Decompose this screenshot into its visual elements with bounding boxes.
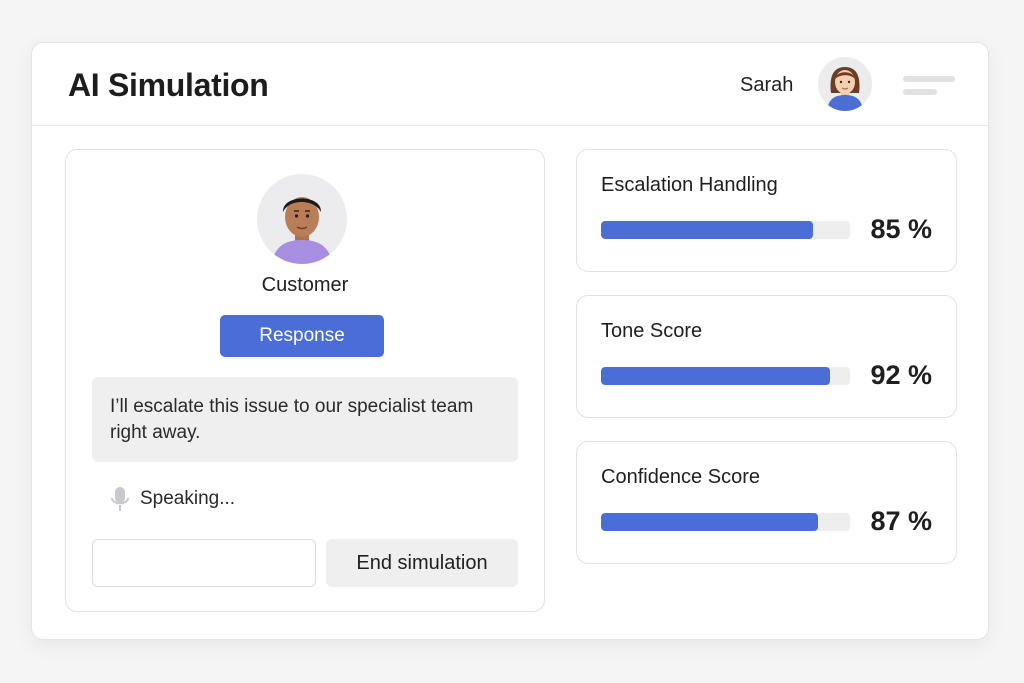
metric-card-escalation: Escalation Handling 85 % xyxy=(576,149,957,272)
metric-card-confidence: Confidence Score 87 % xyxy=(576,441,957,564)
progress-bar xyxy=(601,513,850,531)
metric-value: 87 % xyxy=(870,506,932,536)
user-avatar-icon[interactable] xyxy=(818,57,872,111)
customer-label: Customer xyxy=(261,274,349,296)
header: AI Simulation Sarah xyxy=(32,43,988,126)
progress-bar-fill xyxy=(601,221,813,239)
metric-value: 85 % xyxy=(870,214,932,244)
page-title: AI Simulation xyxy=(68,67,269,103)
speaking-status: Speaking... xyxy=(108,485,235,513)
menu-icon[interactable] xyxy=(903,76,955,98)
microphone-icon xyxy=(108,485,132,513)
response-button[interactable]: Response xyxy=(220,315,384,357)
progress-bar-fill xyxy=(601,513,818,531)
progress-bar-fill xyxy=(601,367,831,385)
metric-label: Confidence Score xyxy=(601,466,760,488)
progress-bar xyxy=(601,221,850,239)
message-bubble: I’ll escalate this issue to our speciali… xyxy=(92,377,518,462)
app-window: AI Simulation Sarah Customer Response I’… xyxy=(31,42,989,640)
conversation-panel: Customer Response I’ll escalate this iss… xyxy=(65,149,545,612)
metric-card-tone: Tone Score 92 % xyxy=(576,295,957,418)
metric-label: Escalation Handling xyxy=(601,174,778,196)
response-input[interactable] xyxy=(92,539,316,587)
speaking-text: Speaking... xyxy=(140,488,236,509)
end-simulation-button[interactable]: End simulation xyxy=(326,539,518,587)
metric-label: Tone Score xyxy=(601,320,703,342)
user-name: Sarah xyxy=(740,74,794,96)
metric-value: 92 % xyxy=(870,360,932,390)
customer-avatar-icon xyxy=(257,174,347,264)
progress-bar xyxy=(601,367,850,385)
